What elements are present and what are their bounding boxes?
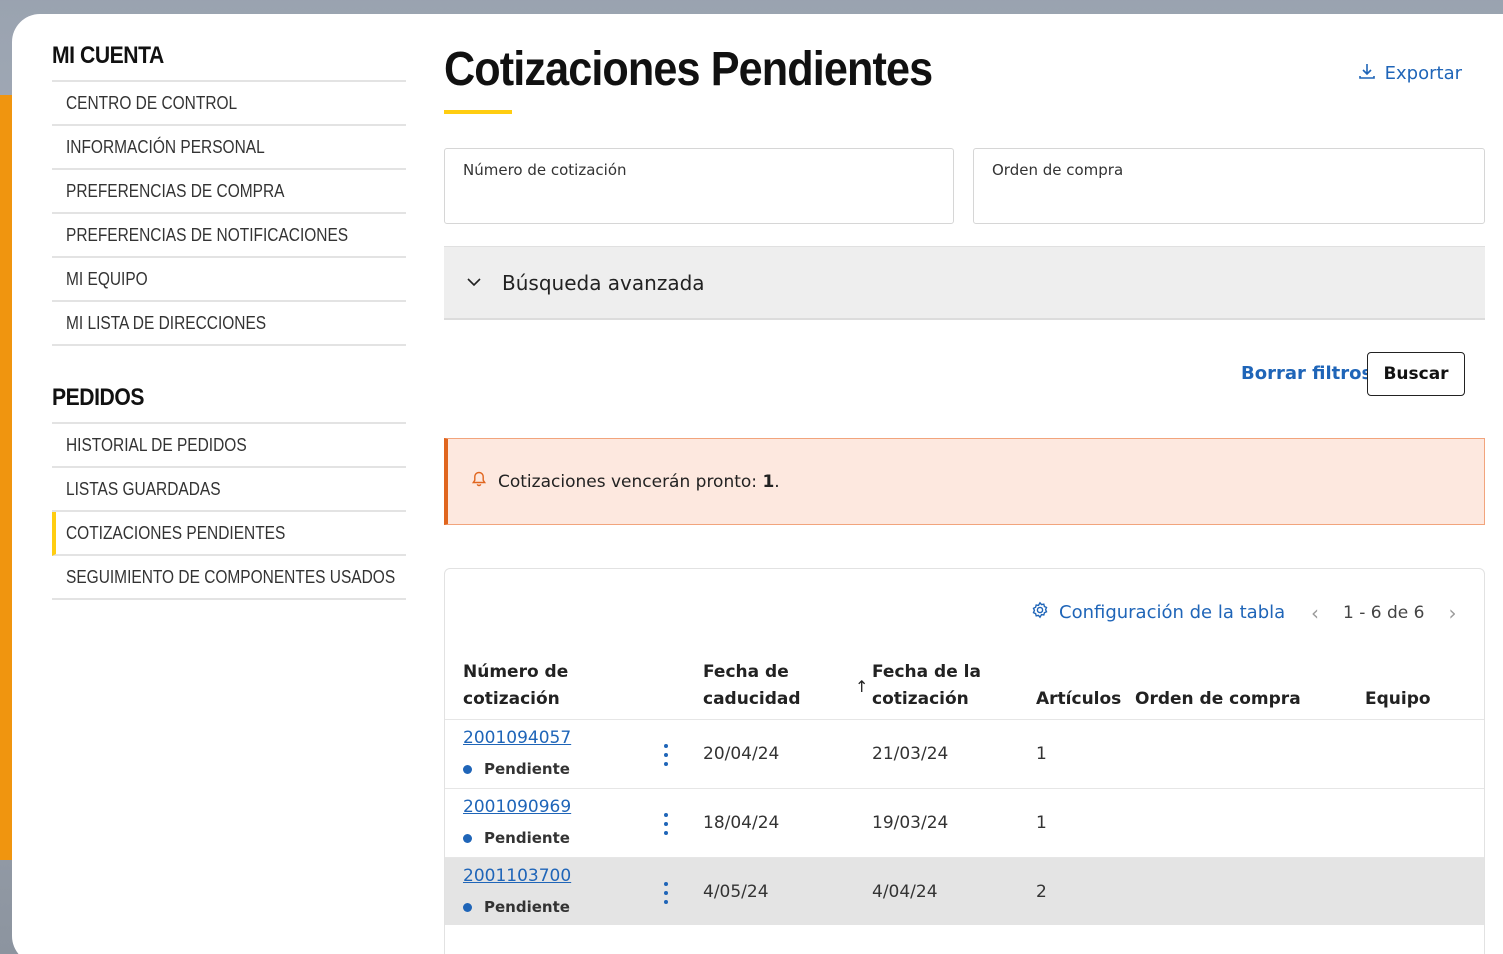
quote-number-link[interactable]: 2001090969	[463, 797, 571, 817]
download-icon	[1357, 61, 1377, 86]
sidebar-item-personal-info[interactable]: INFORMACIÓN PERSONAL	[52, 126, 406, 170]
advanced-search-toggle[interactable]: Búsqueda avanzada	[444, 246, 1485, 320]
alert-count: 1	[762, 471, 775, 492]
column-header-purchase-order[interactable]: Orden de compra	[1135, 686, 1301, 713]
column-header-items[interactable]: Artículos	[1036, 686, 1121, 713]
column-header-quote-date[interactable]: Fecha de la cotización	[872, 659, 981, 713]
row-actions-menu-icon[interactable]	[658, 880, 674, 906]
alert-text: Cotizaciones vencerán pronto: 1.	[498, 471, 780, 492]
account-menu: CENTRO DE CONTROL INFORMACIÓN PERSONAL P…	[52, 80, 406, 346]
sidebar-item-notification-preferences[interactable]: PREFERENCIAS DE NOTIFICACIONES	[52, 214, 406, 258]
chevron-down-icon	[466, 271, 482, 295]
column-header-equipment[interactable]: Equipo	[1365, 686, 1431, 713]
items-cell: 2	[1036, 882, 1047, 902]
purchase-order-field[interactable]: Orden de compra	[973, 148, 1485, 224]
sidebar-item-address-list[interactable]: MI LISTA DE DIRECCIONES	[52, 302, 406, 346]
table-row: 2001090969 Pendiente 18/04/24 19/03/24 1	[445, 788, 1484, 856]
row-actions-menu-icon[interactable]	[658, 811, 674, 837]
page-card: MI CUENTA CENTRO DE CONTROL INFORMACIÓN …	[12, 14, 1503, 954]
quote-number-field[interactable]: Número de cotización	[444, 148, 954, 224]
sidebar-item-order-history[interactable]: HISTORIAL DE PEDIDOS	[52, 424, 406, 468]
table-settings-button[interactable]: Configuración de la tabla	[1031, 601, 1285, 624]
sort-ascending-icon: ↑	[855, 677, 869, 696]
status-dot	[463, 764, 472, 774]
quote-date-cell: 19/03/24	[872, 813, 949, 833]
title-underline	[444, 110, 512, 114]
sidebar-item-control-center[interactable]: CENTRO DE CONTROL	[52, 82, 406, 126]
expiry-date-cell: 4/05/24	[703, 882, 769, 902]
quote-date-cell: 4/04/24	[872, 882, 938, 902]
gear-icon	[1031, 601, 1049, 624]
items-cell: 1	[1036, 813, 1047, 833]
status-badge: Pendiente	[463, 898, 570, 916]
quote-number-link[interactable]: 2001103700	[463, 866, 571, 886]
account-sidebar: MI CUENTA CENTRO DE CONTROL INFORMACIÓN …	[52, 42, 406, 600]
pagination-range: 1 - 6 de 6	[1343, 603, 1425, 623]
pagination: ‹ 1 - 6 de 6 ›	[1311, 601, 1456, 625]
export-button[interactable]: Exportar	[1357, 61, 1462, 86]
status-badge: Pendiente	[463, 760, 570, 778]
page-title: Cotizaciones Pendientes	[444, 43, 933, 96]
chevron-left-icon[interactable]: ‹	[1311, 601, 1319, 625]
sidebar-item-my-equipment[interactable]: MI EQUIPO	[52, 258, 406, 302]
account-heading: MI CUENTA	[52, 42, 164, 69]
purchase-order-label: Orden de compra	[992, 161, 1124, 179]
orders-menu: HISTORIAL DE PEDIDOS LISTAS GUARDADAS CO…	[52, 422, 406, 600]
row-actions-menu-icon[interactable]	[658, 742, 674, 768]
quote-date-cell: 21/03/24	[872, 744, 949, 764]
expiry-date-cell: 20/04/24	[703, 744, 780, 764]
table-settings-label: Configuración de la tabla	[1059, 602, 1286, 623]
chevron-right-icon[interactable]: ›	[1448, 601, 1456, 625]
status-badge: Pendiente	[463, 829, 570, 847]
quote-number-link[interactable]: 2001094057	[463, 728, 571, 748]
quote-number-label: Número de cotización	[463, 161, 627, 179]
expiring-quotes-alert: Cotizaciones vencerán pronto: 1.	[444, 438, 1485, 525]
clear-filters-link[interactable]: Borrar filtros	[1241, 363, 1372, 384]
main-content: Cotizaciones Pendientes Exportar Número …	[444, 14, 1485, 954]
sidebar-item-used-components-tracking[interactable]: SEGUIMIENTO DE COMPONENTES USADOS	[52, 556, 406, 600]
sidebar-item-purchase-preferences[interactable]: PREFERENCIAS DE COMPRA	[52, 170, 406, 214]
status-dot	[463, 833, 472, 843]
sidebar-item-saved-lists[interactable]: LISTAS GUARDADAS	[52, 468, 406, 512]
items-cell: 1	[1036, 744, 1047, 764]
search-button[interactable]: Buscar	[1367, 352, 1465, 396]
bell-icon	[470, 470, 488, 493]
status-dot	[463, 902, 472, 912]
orders-heading: PEDIDOS	[52, 384, 144, 411]
advanced-search-label: Búsqueda avanzada	[502, 270, 705, 295]
table-row: 2001103700 Pendiente 4/05/24 4/04/24 2	[445, 857, 1484, 925]
column-header-expiry-date[interactable]: Fecha de caducidad	[703, 659, 801, 713]
export-label: Exportar	[1384, 63, 1462, 84]
column-header-quote-number[interactable]: Número de cotización	[463, 659, 568, 713]
quotes-table: Configuración de la tabla ‹ 1 - 6 de 6 ›…	[444, 568, 1485, 954]
table-row: 2001094057 Pendiente 20/04/24 21/03/24 1	[445, 719, 1484, 787]
expiry-date-cell: 18/04/24	[703, 813, 780, 833]
sidebar-item-pending-quotes[interactable]: COTIZACIONES PENDIENTES	[52, 512, 406, 556]
